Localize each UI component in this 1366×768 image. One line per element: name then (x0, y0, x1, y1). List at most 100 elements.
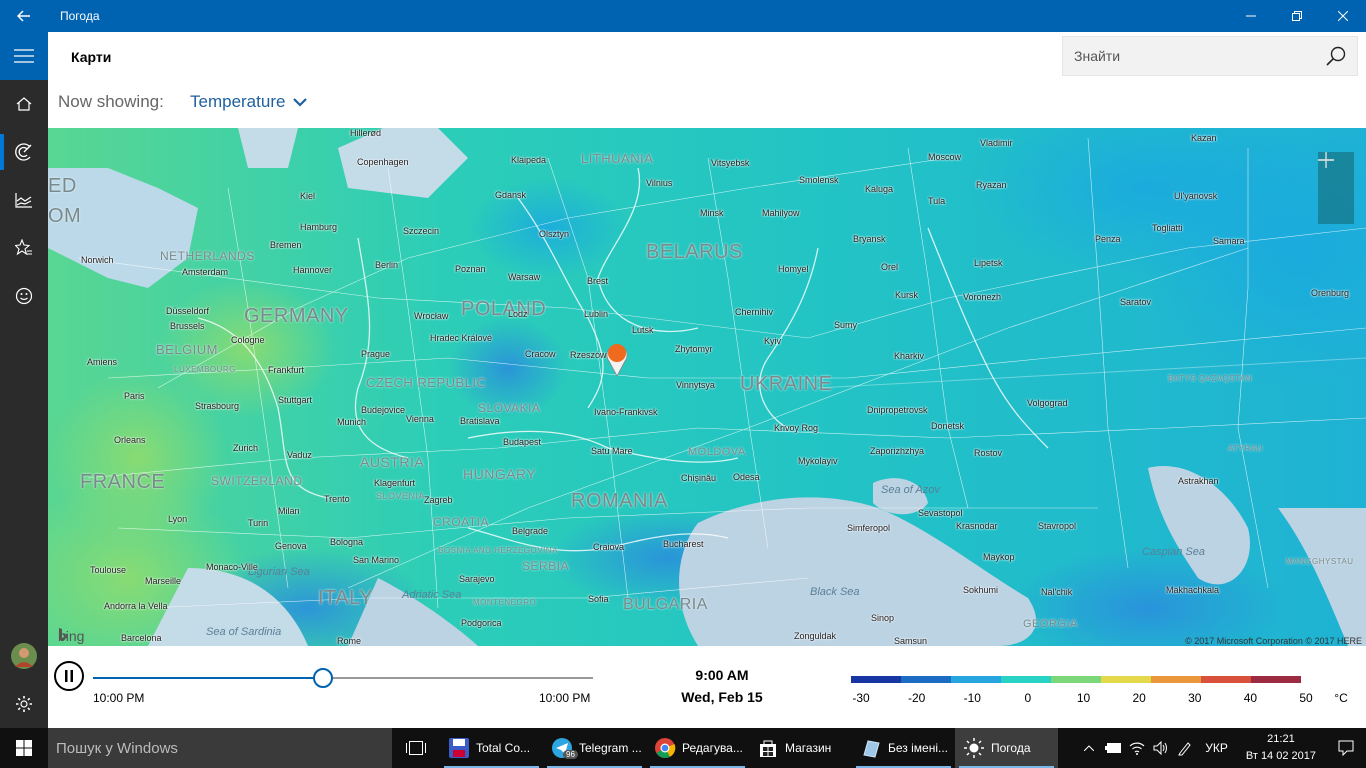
city-label: Turin (248, 518, 269, 528)
city-label: Zonguldak (794, 631, 837, 641)
clock-date: Вт 14 02 2017 (1245, 750, 1316, 762)
wifi-icon[interactable] (1125, 728, 1149, 768)
city-label: Tula (928, 196, 946, 206)
city-label: Amiens (87, 357, 118, 367)
nav-maps[interactable] (0, 128, 48, 176)
home-icon (16, 97, 32, 111)
nav-feedback[interactable] (0, 272, 48, 320)
timeline-slider-thumb[interactable] (313, 668, 333, 688)
city-label: Stavropol (1038, 521, 1077, 531)
close-button[interactable] (1320, 0, 1366, 32)
country-label: ROMANIA (571, 490, 668, 512)
city-label: Orenburg (1311, 288, 1350, 298)
city-label: Kiel (300, 191, 316, 201)
volume-icon[interactable] (1149, 728, 1173, 768)
bing-logo: bing (58, 628, 84, 644)
city-label: Chişinău (681, 473, 717, 483)
city-label: Chernihiv (735, 307, 774, 317)
start-button[interactable] (0, 728, 48, 768)
pause-button[interactable] (54, 661, 84, 691)
city-label: Gdansk (495, 190, 527, 200)
city-label: Rome (337, 636, 362, 646)
show-hidden-icons-button[interactable] (1077, 728, 1101, 768)
clock[interactable]: 21:21 Вт 14 02 2017 (1236, 731, 1326, 765)
search-icon[interactable] (1325, 45, 1347, 67)
location-pin-icon[interactable] (605, 341, 629, 377)
taskbar-app-label: Без імені... (888, 741, 949, 755)
city-label: Sumy (834, 320, 858, 330)
header: Карти Now showing: Temperature (48, 32, 1366, 128)
back-button[interactable] (0, 0, 48, 32)
legend-labels: -30 -20 -10 0 10 20 30 40 50 °C (851, 691, 1351, 707)
sea-label: Adriatic Sea (402, 589, 462, 601)
minimize-button[interactable] (1228, 0, 1274, 32)
maximize-button[interactable] (1274, 0, 1320, 32)
nav-settings[interactable] (0, 680, 48, 728)
city-label: Bremen (270, 240, 302, 250)
city-label: Lyon (168, 514, 188, 524)
city-label: Klagenfurt (374, 478, 416, 488)
minimize-icon (1246, 15, 1256, 17)
back-arrow-icon (17, 10, 30, 22)
layer-dropdown[interactable]: Temperature (190, 92, 308, 112)
city-label: Volgograd (1027, 398, 1068, 408)
legend-label: -20 (907, 691, 926, 705)
legend-label: 0 (1024, 691, 1032, 705)
city-label: Moscow (928, 152, 962, 162)
city-label: Belgrade (512, 526, 549, 536)
city-label: Sevastopol (918, 508, 963, 518)
city-label: Kyiv (764, 336, 782, 346)
taskbar-search[interactable]: Пошук у Windows (48, 728, 392, 768)
hamburger-menu-button[interactable] (0, 32, 48, 80)
city-label: Warsaw (508, 272, 541, 282)
zoom-out-button[interactable] (1318, 159, 1354, 224)
taskbar-app-weather[interactable]: Погода (955, 728, 1058, 768)
action-center-button[interactable] (1326, 728, 1366, 768)
city-label: Toulouse (90, 565, 127, 575)
input-language[interactable]: УКР (1197, 741, 1236, 755)
floppy-icon (449, 738, 469, 758)
nav-favorites[interactable] (0, 224, 48, 272)
timeline-slider[interactable] (93, 668, 593, 688)
city-label: Penza (1095, 234, 1121, 244)
country-label: ITALY (318, 587, 374, 609)
weather-map[interactable]: BELARUS POLAND GERMANY UKRAINE ROMANIA F… (48, 128, 1366, 646)
city-label: Frankfurt (268, 365, 305, 375)
country-label: ATYRAU (1228, 444, 1263, 453)
legend-label: 50 (1299, 691, 1313, 705)
city-label: Satu Mare (591, 446, 633, 456)
nav-home[interactable] (0, 80, 48, 128)
country-label: UKRAINE (740, 373, 833, 395)
city-label: Bryansk (853, 234, 886, 244)
account-button[interactable] (0, 632, 48, 680)
country-label: NETHERLANDS (160, 249, 255, 263)
taskbar-app-telegram[interactable]: 96 Telegram ... (543, 728, 646, 768)
country-label: SWITZERLAND (211, 474, 303, 488)
legend-swatch (1001, 676, 1051, 683)
city-label: Ryazan (976, 180, 1007, 190)
pen-icon[interactable] (1173, 728, 1197, 768)
city-label: Zaporizhzhya (870, 446, 925, 456)
pause-icon (65, 670, 73, 682)
country-label: BOSNIA AND HERZEGOVINA (438, 546, 558, 555)
taskbar-app-total-commander[interactable]: Total Co... (440, 728, 543, 768)
bing-icon (59, 628, 67, 641)
taskbar-app-store[interactable]: Магазин (749, 728, 852, 768)
now-showing-label: Now showing: (58, 92, 164, 111)
timeline-slider-fill (93, 677, 323, 679)
city-label: Kaluga (865, 184, 894, 194)
nav-historical[interactable] (0, 176, 48, 224)
taskbar-app-chrome[interactable]: Редагува... (646, 728, 749, 768)
city-label: Hillerød (350, 128, 382, 138)
taskbar-app-paint[interactable]: Без імені... (852, 728, 955, 768)
task-view-button[interactable] (392, 728, 440, 768)
country-label: MANGGHYSTAU (1286, 557, 1354, 566)
legend-label: -30 (852, 691, 870, 705)
search-input[interactable] (1063, 48, 1313, 64)
taskbar-app-label: Total Co... (476, 741, 531, 755)
city-label: Berlin (375, 260, 399, 270)
country-label: SLOVENIA (376, 491, 426, 501)
legend-swatch (1251, 676, 1301, 683)
battery-icon[interactable] (1101, 728, 1125, 768)
city-label: Stuttgart (278, 395, 313, 405)
